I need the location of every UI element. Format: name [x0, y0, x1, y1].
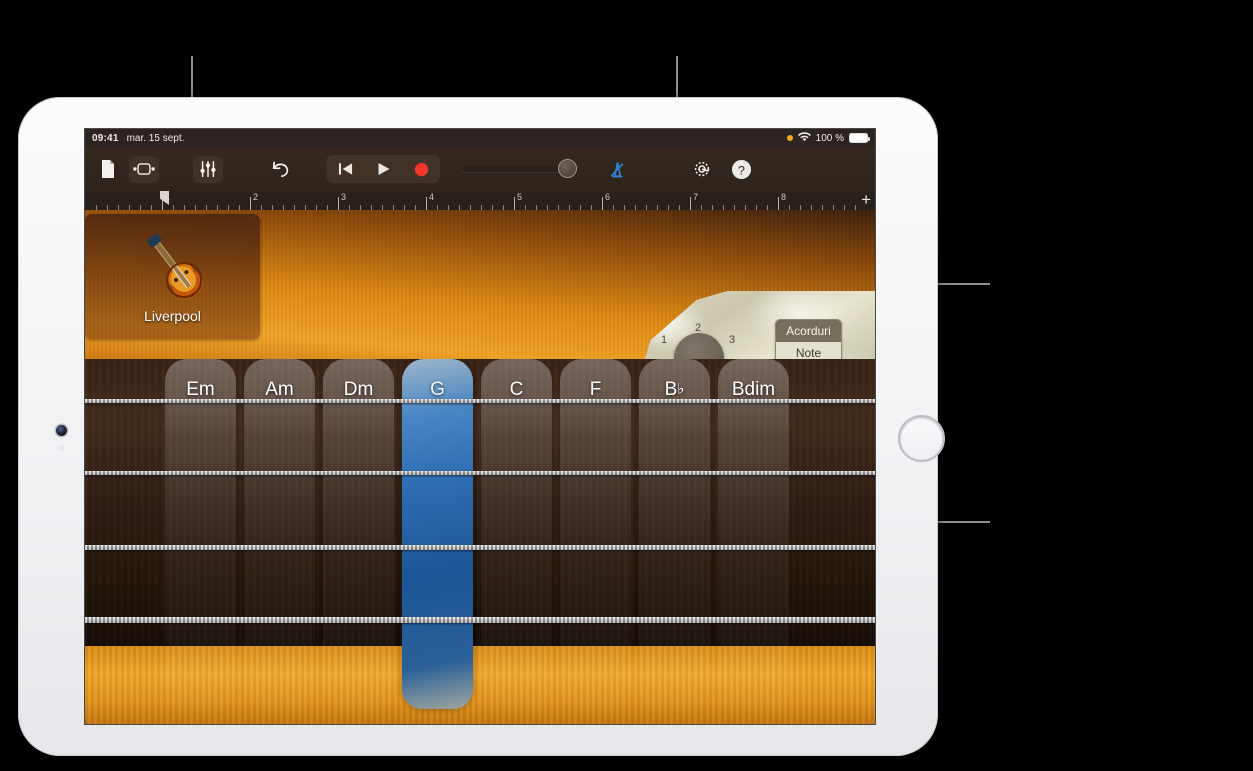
- my-songs-icon[interactable]: [93, 156, 123, 183]
- chord-strip-label: G: [430, 379, 445, 400]
- autoplay-pos-1[interactable]: 1: [661, 334, 667, 346]
- chord-strip-Bb[interactable]: B♭: [639, 359, 710, 709]
- ambient-sensor-icon: [59, 445, 65, 451]
- ruler-measure-number: 2: [253, 192, 259, 202]
- chord-strip-label: F: [589, 379, 602, 400]
- timeline-ruler[interactable]: 12345678 +: [85, 191, 875, 210]
- track-instrument-card[interactable]: Liverpool: [85, 214, 260, 339]
- ruler-tick-major: [514, 197, 515, 210]
- ruler-measure-number: 3: [341, 192, 347, 202]
- chord-strip-G[interactable]: G: [402, 359, 473, 709]
- ruler-tick-major: [778, 197, 779, 210]
- orange-dot-icon: [786, 135, 793, 141]
- undo-icon[interactable]: [265, 156, 295, 183]
- ruler-tick-major: [690, 197, 691, 210]
- guitar-string-1[interactable]: [85, 399, 875, 403]
- svg-text:?: ?: [738, 163, 745, 177]
- status-date: mar. 15 sept.: [126, 132, 185, 144]
- battery-icon: [849, 133, 871, 143]
- rewind-icon[interactable]: [326, 155, 364, 183]
- home-button[interactable]: [898, 415, 945, 462]
- chord-strip-label: Em: [186, 379, 215, 400]
- play-icon[interactable]: [364, 155, 402, 183]
- transport-controls: [326, 155, 440, 183]
- ruler-tick-major: [426, 197, 427, 210]
- front-camera-icon: [56, 425, 67, 436]
- fretboard[interactable]: Em Am Dm G C F B♭ Bdim: [85, 359, 875, 724]
- bass-guitar-icon: [146, 233, 203, 299]
- ipad-device: 09:41 mar. 15 sept. 100 % ? 2 3 4 5 6 7 …: [18, 97, 945, 756]
- chord-strip-Am[interactable]: Am: [244, 359, 315, 709]
- chord-strip-label: B♭: [664, 379, 685, 400]
- guitar-string-4[interactable]: [85, 617, 875, 623]
- ruler-measure-number: 8: [781, 192, 787, 202]
- screenshot-canvas: 09:41 mar. 15 sept. 100 % ? 2 3 4 5 6 7 …: [0, 0, 1253, 771]
- mixer-icon[interactable]: [193, 155, 223, 183]
- chord-strip-Em[interactable]: Em: [165, 359, 236, 709]
- volume-slider-knob[interactable]: [558, 159, 577, 178]
- ruler-tick-major: [602, 197, 603, 210]
- gear-icon[interactable]: [687, 156, 717, 183]
- track-area: Liverpool NU 1 2 3 4 Autoplay: [85, 210, 875, 440]
- ruler-tick-major: [250, 197, 251, 210]
- chord-strip-C[interactable]: C: [481, 359, 552, 709]
- ruler-measure-number: 7: [693, 192, 699, 202]
- wifi-icon: [797, 131, 811, 145]
- status-time: 09:41: [92, 132, 119, 144]
- master-volume-slider[interactable]: [462, 159, 577, 178]
- tracks-view-icon[interactable]: [129, 155, 159, 183]
- metronome-icon[interactable]: [602, 156, 632, 183]
- autoplay-pos-3[interactable]: 3: [729, 334, 735, 346]
- track-name: Liverpool: [144, 307, 201, 324]
- record-icon[interactable]: [402, 155, 440, 183]
- ruler-tick-major: [338, 197, 339, 210]
- chord-strip-Bdim[interactable]: Bdim: [718, 359, 789, 709]
- add-section-button[interactable]: +: [861, 191, 871, 208]
- chord-strip-F[interactable]: F: [560, 359, 631, 709]
- chord-strip-label: C: [509, 379, 524, 400]
- ruler-measure-number: 5: [517, 192, 523, 202]
- guitar-string-2[interactable]: [85, 471, 875, 476]
- guitar-string-3[interactable]: [85, 545, 875, 550]
- help-button[interactable]: ?: [726, 156, 756, 183]
- battery-percent: 100 %: [815, 132, 844, 144]
- mode-option-chords[interactable]: Acorduri: [776, 320, 841, 342]
- main-toolbar: ?: [85, 147, 875, 191]
- chord-strip-label: Bdim: [731, 379, 776, 400]
- ruler-measure-number: 4: [429, 192, 435, 202]
- ruler-measure-number: 6: [605, 192, 611, 202]
- app-screen: 09:41 mar. 15 sept. 100 % ? 2 3 4 5 6 7 …: [85, 129, 875, 724]
- chord-strip-Dm[interactable]: Dm: [323, 359, 394, 709]
- chord-strip-label: Am: [265, 379, 294, 400]
- chord-strip-label: Dm: [343, 379, 374, 400]
- status-bar: 09:41 mar. 15 sept. 100 %: [85, 129, 875, 147]
